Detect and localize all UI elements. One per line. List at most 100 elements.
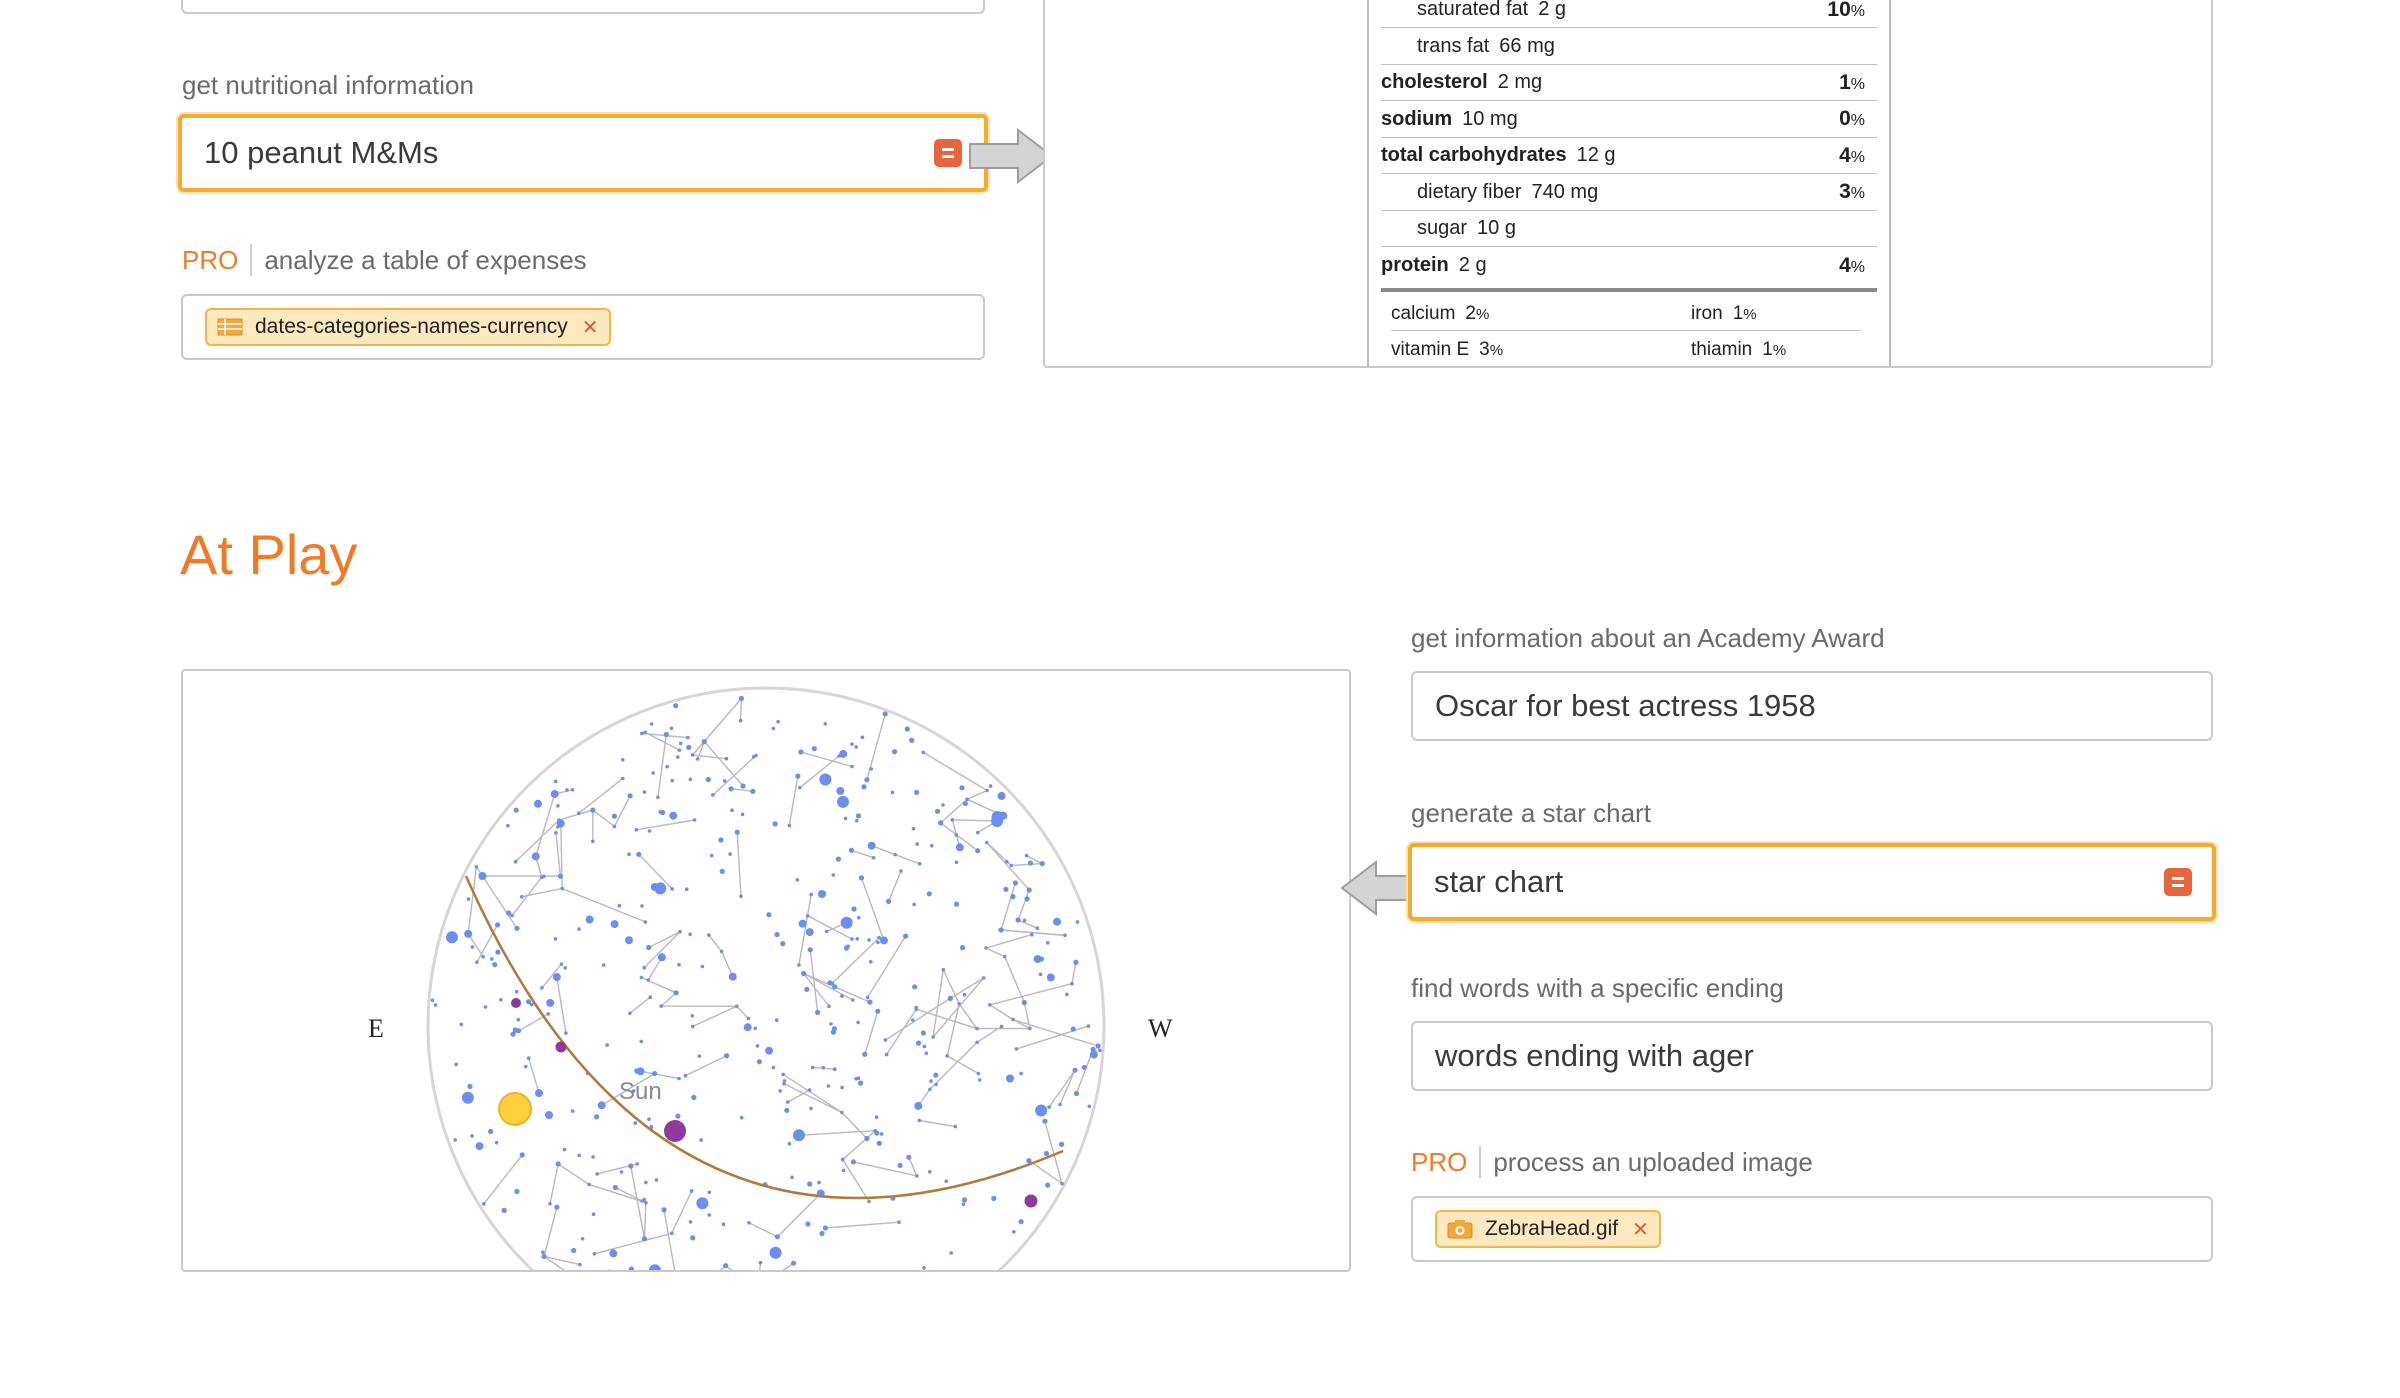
remove-file-icon[interactable]: ✕: [582, 315, 599, 340]
star: [832, 984, 838, 990]
star: [1072, 1067, 1078, 1073]
star: [869, 960, 873, 964]
vitamin-name: iron: [1691, 303, 1723, 324]
star: [915, 1174, 919, 1178]
star: [856, 1020, 860, 1025]
star: [1043, 1151, 1050, 1157]
planet-marker: [511, 998, 521, 1008]
nutrient-amount: 66 mg: [1499, 34, 1555, 57]
star: [739, 1115, 744, 1120]
star: [711, 793, 715, 797]
star: [805, 1221, 811, 1227]
star: [492, 962, 498, 968]
star: [719, 868, 725, 874]
star: [860, 735, 865, 740]
star: [494, 1140, 499, 1145]
academy-input[interactable]: Oscar for best actress 1958: [1411, 671, 2213, 741]
nutrient-amount: 2 g: [1458, 254, 1487, 276]
star: [924, 1051, 929, 1055]
top-input-box-cropped[interactable]: [181, 0, 985, 14]
star: [915, 842, 919, 846]
nutrient-name: dietary fiber: [1417, 180, 1522, 203]
star: [740, 812, 745, 817]
words-input-value: words ending with ager: [1435, 1038, 1754, 1073]
star: [570, 1109, 575, 1113]
star: [723, 1263, 729, 1269]
star: [659, 1004, 663, 1008]
expenses-input[interactable]: dates-categories-names-currency ✕: [181, 294, 985, 360]
star: [554, 831, 558, 835]
star: [540, 986, 544, 990]
star: [580, 1237, 585, 1241]
star: [769, 1246, 782, 1259]
star: [656, 795, 660, 799]
star: [577, 811, 581, 815]
star: [858, 875, 865, 881]
star: [658, 810, 662, 814]
star: [515, 1028, 522, 1034]
star: [941, 803, 945, 807]
star: [962, 800, 969, 807]
star: [746, 1016, 751, 1021]
star: [591, 1212, 596, 1216]
star: [697, 1054, 702, 1058]
star: [959, 785, 965, 791]
words-input[interactable]: words ending with ager: [1411, 1021, 2213, 1091]
star: [1038, 972, 1043, 977]
star: [850, 937, 854, 941]
star: [904, 726, 910, 732]
star: [975, 1040, 979, 1045]
star: [546, 1012, 550, 1016]
star: [648, 995, 653, 999]
star: [1047, 1105, 1051, 1109]
star: [890, 790, 895, 795]
star: [753, 1026, 757, 1031]
star: [673, 703, 679, 709]
star: [699, 1138, 703, 1142]
star: [786, 1100, 790, 1104]
star: [784, 1107, 790, 1113]
star: [897, 1162, 903, 1168]
image-input[interactable]: ZebraHead.gif ✕: [1411, 1196, 2213, 1262]
vitamin-percent: 2%: [1465, 303, 1490, 324]
star: [844, 918, 848, 923]
star: [557, 818, 561, 822]
nutrition-row: sugar 10 g: [1381, 211, 1877, 247]
nutrient-amount: 2 mg: [1497, 71, 1543, 93]
compute-button[interactable]: [934, 139, 962, 167]
file-chip[interactable]: dates-categories-names-currency ✕: [205, 308, 611, 346]
star: [912, 902, 916, 907]
star: [728, 972, 737, 981]
star: [976, 830, 980, 835]
star: [670, 778, 674, 783]
remove-file-icon[interactable]: ✕: [1632, 1217, 1649, 1242]
star: [909, 737, 915, 743]
star: [506, 910, 512, 916]
star: [933, 1072, 939, 1078]
star: [590, 807, 596, 813]
star: [639, 1039, 643, 1044]
vitamin-item: thiamin 1%: [1691, 334, 1861, 366]
star: [862, 1051, 868, 1057]
nutrition-input[interactable]: 10 peanut M&Ms: [178, 114, 988, 192]
star: [738, 695, 745, 702]
star: [882, 711, 888, 717]
star: [612, 1184, 618, 1191]
sun-label: Sun: [619, 1078, 662, 1105]
star: [728, 852, 732, 856]
star: [514, 1188, 520, 1194]
star: [988, 784, 993, 788]
star: [914, 1007, 918, 1011]
sun-marker: [498, 1092, 532, 1126]
star: [830, 1029, 837, 1035]
star: [765, 1046, 774, 1055]
star: [831, 873, 836, 877]
star: [809, 892, 813, 897]
star: [915, 1040, 922, 1046]
star: [941, 967, 946, 972]
star: [651, 771, 655, 775]
star-input[interactable]: star chart: [1408, 843, 2216, 921]
file-chip[interactable]: ZebraHead.gif ✕: [1435, 1210, 1661, 1248]
star: [467, 1083, 473, 1089]
compute-button[interactable]: [2164, 868, 2192, 896]
